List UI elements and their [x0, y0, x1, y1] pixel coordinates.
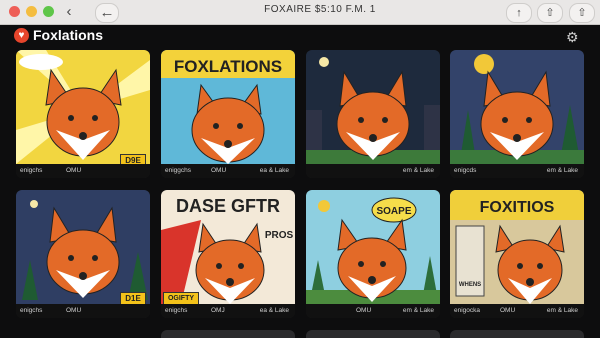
gallery-card[interactable]: em & Lake — [306, 50, 440, 178]
card-stats: em & Lake — [546, 167, 578, 174]
card-meta: enigcds em & Lake — [450, 164, 584, 178]
minimize-button[interactable] — [26, 6, 37, 17]
card-author: enigchs — [20, 167, 43, 174]
window-titlebar: ‹ ← FOXAIRE $5:10 F.M. 1 ↑ ⇧ ⇧ — [0, 0, 600, 25]
card-author: enigchs — [165, 307, 188, 314]
app-logo-icon: ♥ — [14, 28, 29, 43]
gallery-card[interactable]: FOXITIOS WHENS enigocka OMU em & Lake — [450, 190, 584, 318]
card-meta: enigchs OMJ ea & Lake — [161, 304, 295, 318]
fox-artwork: DASE GFTR PROS — [161, 190, 295, 304]
gallery-card-partial — [450, 330, 584, 338]
share-icon[interactable]: ⇧ — [537, 3, 563, 23]
card-meta: em & Lake — [306, 164, 440, 178]
card-user: OMU — [66, 167, 82, 174]
gallery-card-partial — [161, 330, 295, 338]
gallery-card[interactable]: SOAPE OMU em & Lake — [306, 190, 440, 318]
fox-artwork — [450, 50, 584, 164]
chevron-left-icon[interactable]: ‹ — [58, 3, 80, 21]
gallery-card[interactable]: D1E enigchs OMU — [16, 190, 150, 318]
card-user: OMU — [66, 307, 82, 314]
card-author: enigocka — [454, 307, 481, 314]
card-user: OMU — [500, 307, 516, 314]
card-user: OMU — [211, 167, 227, 174]
card-title: FOXITIOS — [480, 199, 555, 216]
gallery-card[interactable]: enigcds em & Lake — [450, 50, 584, 178]
card-author: eniggchs — [165, 167, 192, 174]
close-button[interactable] — [9, 6, 20, 17]
gallery-card[interactable]: FOXLATIONS eniggchs OMU ea & Lake — [161, 50, 295, 178]
card-subtitle: PROS — [265, 230, 294, 241]
share-icon[interactable]: ⇧ — [569, 3, 595, 23]
gallery-card-partial — [306, 330, 440, 338]
card-title: DASE GFTR — [176, 196, 280, 216]
fox-artwork — [16, 50, 150, 164]
fox-artwork: FOXLATIONS — [161, 50, 295, 164]
card-meta: enigocka OMU em & Lake — [450, 304, 584, 318]
maximize-button[interactable] — [43, 6, 54, 17]
card-title: FOXLATIONS — [174, 57, 282, 76]
arrow-up-icon[interactable]: ↑ — [506, 3, 532, 23]
fox-artwork — [306, 50, 440, 164]
card-title: SOAPE — [376, 206, 411, 217]
card-user: OMJ — [211, 307, 225, 314]
app-title: Foxlations — [33, 27, 104, 43]
gallery-card[interactable]: DASE GFTR PROS OGIFTY enigchs OMJ ea & L… — [161, 190, 295, 318]
card-meta: eniggchs OMU ea & Lake — [161, 164, 295, 178]
window-title: FOXAIRE $5:10 F.M. 1 — [264, 4, 376, 15]
fox-artwork: FOXITIOS WHENS — [450, 190, 584, 304]
card-stats: em & Lake — [402, 167, 434, 174]
card-stats: ea & Lake — [259, 167, 289, 174]
fox-artwork: SOAPE — [306, 190, 440, 304]
card-meta: enigchs OMU — [16, 304, 150, 318]
gear-icon[interactable]: ⚙ — [566, 29, 579, 46]
fox-artwork — [16, 190, 150, 304]
card-stats: em & Lake — [402, 307, 434, 314]
card-author: enigcds — [454, 167, 477, 174]
card-author: enigchs — [20, 307, 43, 314]
card-subtitle: WHENS — [459, 282, 481, 288]
card-meta: OMU em & Lake — [306, 304, 440, 318]
card-user: OMU — [356, 307, 372, 314]
card-meta: enigchs OMU — [16, 164, 150, 178]
gallery-card[interactable]: D9E enigchs OMU — [16, 50, 150, 178]
back-button[interactable]: ← — [95, 3, 119, 23]
card-stats: em & Lake — [546, 307, 578, 314]
card-stats: ea & Lake — [259, 307, 289, 314]
